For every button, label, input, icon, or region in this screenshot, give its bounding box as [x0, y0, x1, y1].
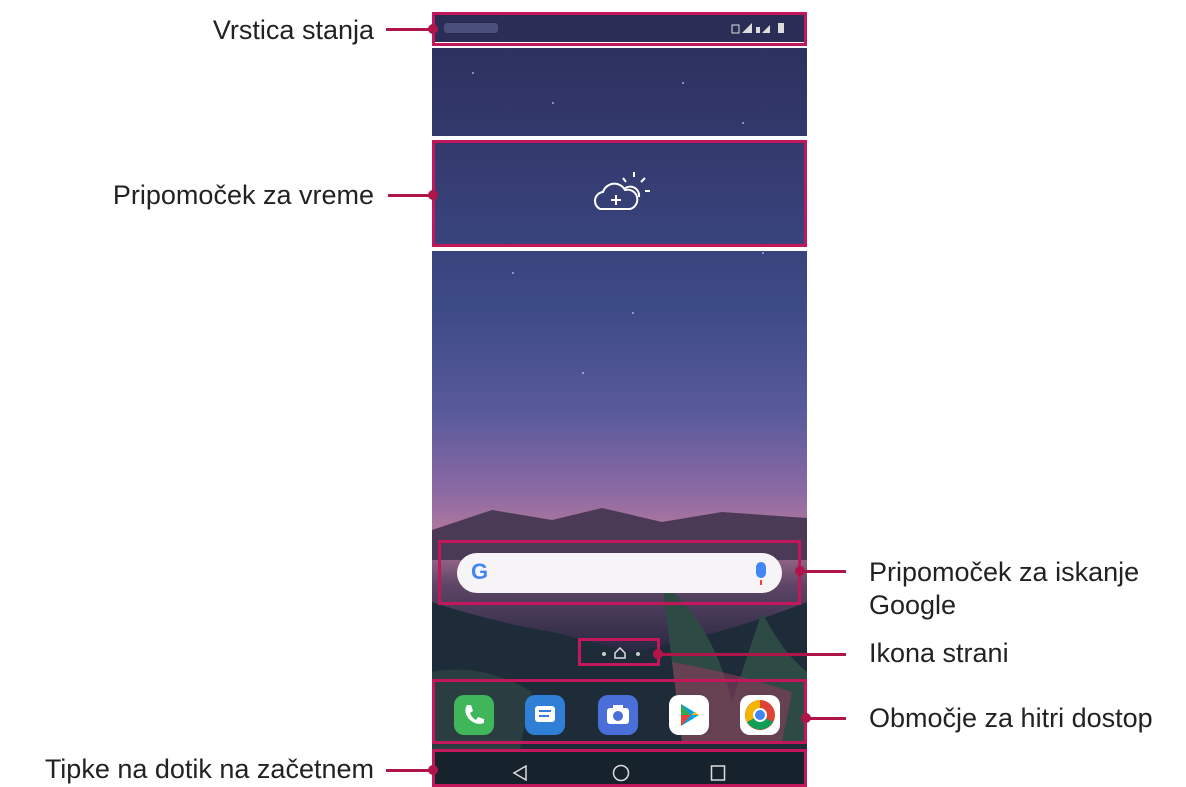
label-weather-widget: Pripomoček za vreme [112, 180, 374, 210]
star [512, 272, 514, 274]
callout-dot [653, 649, 663, 659]
weather-widget-frame [432, 140, 807, 247]
status-bar-frame [432, 12, 807, 46]
star [682, 82, 684, 84]
label-google-search-1: Pripomoček za iskanje [869, 557, 1140, 587]
phone-screen: G [432, 12, 807, 787]
quick-access-frame [432, 679, 807, 744]
star [632, 312, 634, 314]
star [552, 102, 554, 104]
star [762, 252, 764, 254]
label-status-bar: Vrstica stanja [212, 15, 374, 45]
callout-dot [428, 190, 438, 200]
callout-dot [795, 566, 805, 576]
callout-dot [801, 713, 811, 723]
label-google-search-2: Google [869, 590, 957, 620]
callout-line [806, 717, 846, 720]
star [742, 122, 744, 124]
google-search-frame [438, 540, 801, 605]
star [472, 72, 474, 74]
callout-line [386, 769, 434, 772]
callout-line [800, 570, 846, 573]
page-icon-frame [578, 638, 660, 666]
label-home-touch-keys: Tipke na dotik na začetnem [44, 754, 374, 784]
star [582, 372, 584, 374]
label-page-icon: Ikona strani [869, 638, 1009, 668]
home-keys-frame [432, 749, 807, 787]
callout-line [658, 653, 846, 656]
callout-dot [428, 24, 438, 34]
callout-dot [428, 765, 438, 775]
callout-line [386, 28, 434, 31]
label-quick-access: Območje za hitri dostop [869, 703, 1153, 733]
